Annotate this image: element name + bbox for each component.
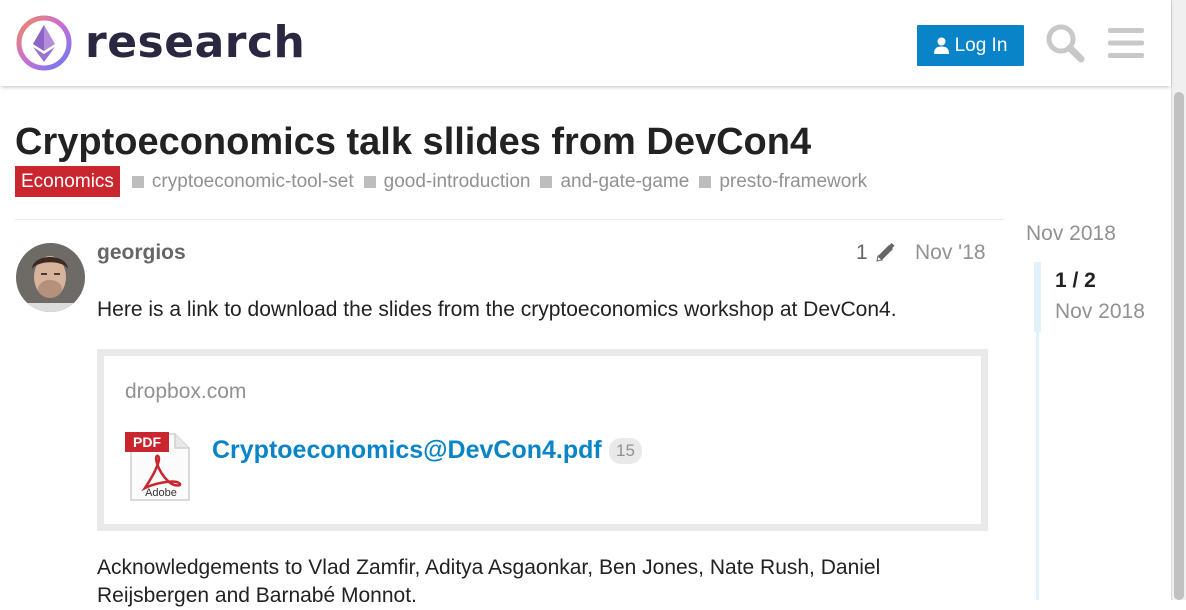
tag-link[interactable]: good-introduction <box>363 170 531 193</box>
hamburger-icon <box>1108 28 1144 58</box>
site-name: research <box>85 17 306 68</box>
user-avatar-icon <box>16 243 85 312</box>
site-logo[interactable]: research <box>15 14 305 72</box>
post-username[interactable]: georgios <box>97 241 186 265</box>
edit-count: 1 <box>856 241 868 264</box>
dropbox-onebox: dropbox.com PDF Adobe Cryptoeconomics@De… <box>97 349 988 531</box>
tag-label: cryptoeconomic-tool-set <box>151 170 354 192</box>
onebox-source[interactable]: dropbox.com <box>125 380 246 404</box>
file-download-link[interactable]: Cryptoeconomics@DevCon4.pdf <box>212 436 602 465</box>
topic-divider <box>15 219 1004 220</box>
login-label: Log In <box>954 34 1008 56</box>
search-button[interactable] <box>1045 23 1085 68</box>
pdf-badge-text: PDF <box>133 434 161 450</box>
tag-label: presto-framework <box>719 170 868 192</box>
topic-tags: Economics cryptoeconomic-tool-set good-i… <box>15 166 877 197</box>
tag-square-icon <box>699 175 712 188</box>
link-click-count: 15 <box>609 438 642 464</box>
timeline-handle[interactable] <box>1034 262 1041 332</box>
pencil-icon <box>876 242 895 262</box>
tag-label: and-gate-game <box>560 170 690 192</box>
site-header: research Log In <box>0 0 1171 86</box>
tag-square-icon <box>540 175 553 188</box>
pdf-brand-text: Adobe <box>145 487 177 499</box>
post-date[interactable]: Nov '18 <box>915 241 986 265</box>
post-edit-history[interactable]: 1 <box>856 241 896 265</box>
user-icon <box>933 37 949 54</box>
tag-label: good-introduction <box>383 170 531 192</box>
acknowledgements-text: Acknowledgements to Vlad Zamfir, Aditya … <box>97 556 881 607</box>
topic-title[interactable]: Cryptoeconomics talk sllides from DevCon… <box>15 118 811 166</box>
timeline-current-date: Nov 2018 <box>1055 300 1145 323</box>
tag-square-icon <box>131 175 144 188</box>
menu-button[interactable] <box>1108 27 1144 64</box>
ethereum-logo-icon <box>16 15 72 71</box>
post-body-text: Here is a link to download the slides fr… <box>97 298 897 321</box>
login-button[interactable]: Log In <box>917 25 1024 66</box>
timeline-position: 1 / 2 <box>1055 269 1096 292</box>
pdf-file-icon: PDF Adobe <box>125 430 195 507</box>
tag-link[interactable]: cryptoeconomic-tool-set <box>131 170 354 193</box>
timeline-start-date[interactable]: Nov 2018 <box>1026 222 1116 246</box>
tag-square-icon <box>363 175 376 188</box>
category-badge[interactable]: Economics <box>15 166 120 197</box>
avatar[interactable] <box>16 243 85 312</box>
tag-link[interactable]: and-gate-game <box>540 171 689 193</box>
scrollbar-thumb[interactable] <box>1174 92 1184 600</box>
tag-link[interactable]: presto-framework <box>699 171 867 193</box>
page-scrollbar[interactable] <box>1171 0 1186 600</box>
search-icon <box>1046 24 1085 63</box>
